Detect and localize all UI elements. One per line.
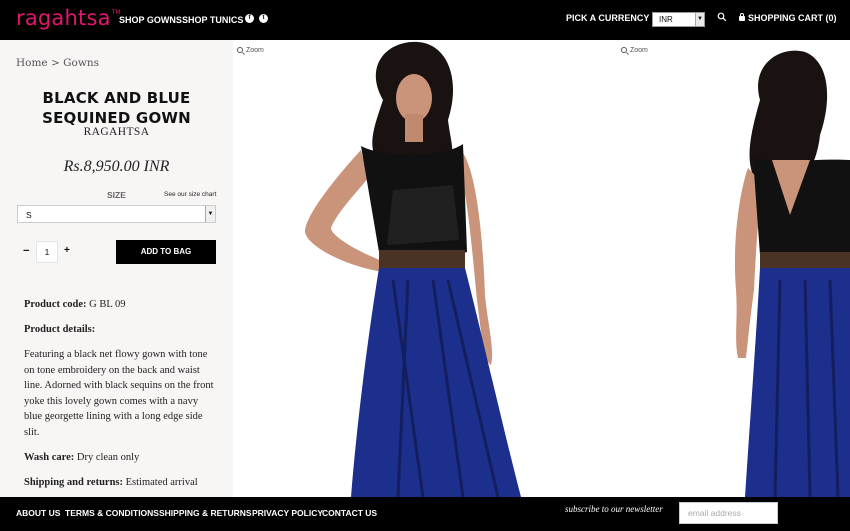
shopping-cart-link[interactable]: SHOPPING CART (0) [739, 13, 837, 23]
shopping-cart-label: SHOPPING CART (0) [748, 13, 837, 23]
twitter-icon[interactable]: t [259, 14, 268, 23]
breadcrumb[interactable]: Home > Gowns [16, 57, 99, 69]
quantity-input[interactable]: 1 [36, 241, 58, 263]
size-value: S [26, 210, 32, 220]
product-details-text: Featuring a black net flowy gown with to… [24, 349, 214, 438]
size-chart-link[interactable]: See our size chart [164, 191, 216, 198]
footer-terms[interactable]: TERMS & CONDITIONS [65, 508, 159, 518]
search-icon[interactable] [717, 12, 727, 22]
facebook-icon[interactable]: f [245, 14, 254, 23]
ragahtsa-logo[interactable]: ragahtsaTM [16, 6, 121, 30]
product-description: Product code: G BL 09 Product details: F… [24, 297, 214, 497]
size-select[interactable]: S ▼ [17, 205, 216, 223]
pick-currency-label: PICK A CURRENCY [566, 13, 650, 23]
footer-about-us[interactable]: ABOUT US [16, 508, 60, 518]
size-label: SIZE [107, 190, 126, 200]
footer-contact[interactable]: CONTACT US [322, 508, 377, 518]
product-price: Rs.8,950.00 INR [63, 158, 170, 175]
quantity-decrease-button[interactable]: − [23, 245, 29, 257]
footer-bar: ABOUT US TERMS & CONDITIONS SHIPPING & R… [0, 497, 850, 531]
newsletter-label: subscribe to our newsletter [565, 504, 663, 514]
product-title: BLACK AND BLUE SEQUINED GOWN [42, 89, 191, 127]
add-to-bag-button[interactable]: ADD TO BAG [116, 240, 216, 264]
wash-care: Wash care: Dry clean only [24, 451, 140, 463]
zoom-link-back[interactable]: Zoom [621, 46, 648, 54]
quantity-increase-button[interactable]: + [64, 245, 70, 256]
lock-icon [739, 13, 745, 21]
product-brand: RAGAHTSA [83, 126, 150, 138]
currency-value: INR [659, 15, 673, 24]
shipping-returns: Shipping and returns: Estimated arrival [24, 476, 198, 488]
product-image-back[interactable] [720, 40, 850, 497]
nav-shop-tunics[interactable]: SHOP TUNICS [182, 15, 243, 25]
nav-shop-gowns[interactable]: SHOP GOWNS [119, 15, 182, 25]
currency-select[interactable]: INR ▼ [652, 12, 705, 27]
footer-shipping[interactable]: SHIPPING & RETURNS [159, 508, 252, 518]
product-image-front[interactable] [233, 40, 617, 497]
chevron-down-icon: ▼ [205, 206, 215, 222]
product-details-heading: Product details: [24, 324, 96, 335]
chevron-down-icon: ▼ [695, 13, 704, 26]
footer-privacy[interactable]: PRIVACY POLICY [252, 508, 323, 518]
product-info-panel: Home > Gowns BLACK AND BLUE SEQUINED GOW… [0, 40, 233, 497]
product-code: Product code: G BL 09 [24, 299, 126, 310]
newsletter-email-input[interactable] [679, 502, 778, 524]
magnifier-icon [621, 47, 627, 53]
top-navigation-bar: ragahtsaTM SHOP GOWNS SHOP TUNICS f t PI… [0, 0, 850, 40]
